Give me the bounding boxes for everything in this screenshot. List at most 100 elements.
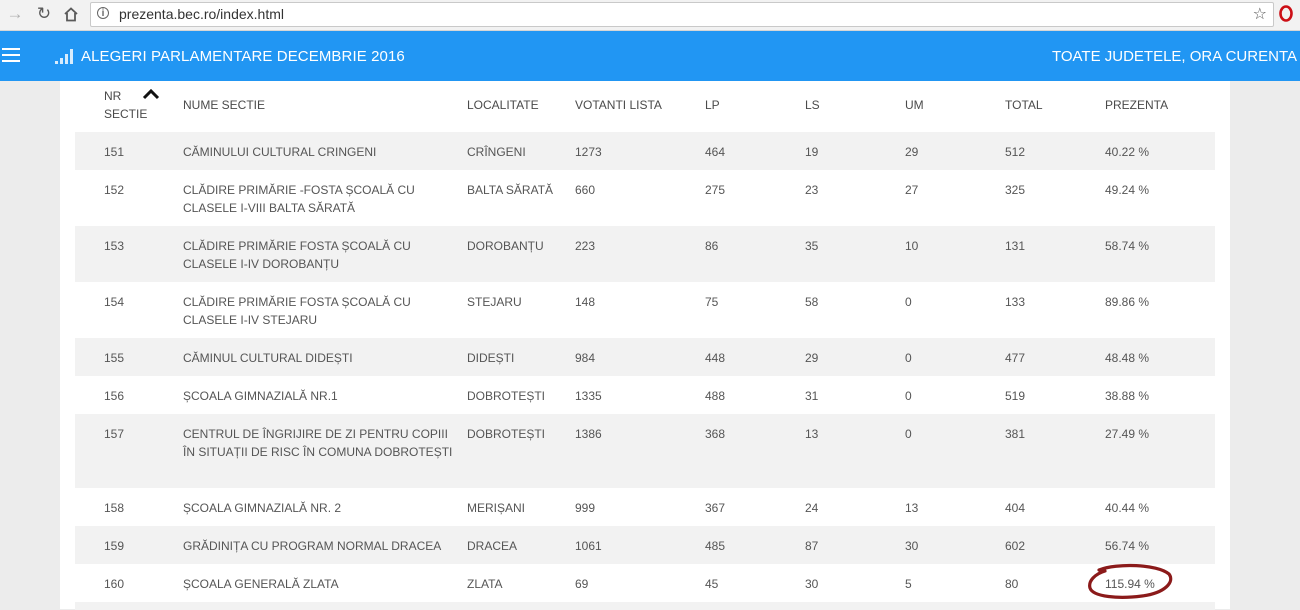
cell-nr: 155 bbox=[104, 351, 125, 365]
cell-lp: 275 bbox=[705, 183, 726, 197]
hamburger-menu-icon[interactable] bbox=[2, 48, 20, 64]
cell-prezenta: 49.24 % bbox=[1105, 183, 1150, 197]
cell-um: 0 bbox=[905, 389, 912, 403]
col-total[interactable]: TOTAL bbox=[1005, 87, 1105, 114]
cell-localitate: ZLATA bbox=[467, 577, 503, 591]
cell-prezenta: 58.74 % bbox=[1105, 239, 1150, 253]
col-um[interactable]: UM bbox=[905, 87, 1005, 114]
cell-localitate: DRACEA bbox=[467, 539, 518, 553]
cell-ls: 29 bbox=[805, 351, 819, 365]
cell-um: 29 bbox=[905, 145, 919, 159]
cell-total: 80 bbox=[1005, 577, 1019, 591]
cell-prezenta: 40.22 % bbox=[1105, 145, 1150, 159]
table-row[interactable]: 153 CLĂDIRE PRIMĂRIE FOSTA ȘCOALĂ CU CLA… bbox=[75, 226, 1215, 282]
cell-um: 0 bbox=[905, 295, 912, 309]
home-icon[interactable] bbox=[60, 3, 82, 25]
app-header: ALEGERI PARLAMENTARE DECEMBRIE 2016 TOAT… bbox=[0, 31, 1300, 81]
cell-nume: ȘCOALA GIMNAZIALĂ NR.1 bbox=[183, 389, 338, 403]
cell-total: 477 bbox=[1005, 351, 1026, 365]
cell-localitate: CRÎNGENI bbox=[467, 145, 526, 159]
col-nume-sectie[interactable]: NUME SECTIE bbox=[183, 87, 467, 114]
cell-total: 519 bbox=[1005, 389, 1026, 403]
cell-nume: CĂMINULUI CULTURAL CRINGENI bbox=[183, 145, 377, 159]
reload-icon[interactable]: ↻ bbox=[33, 3, 55, 25]
cell-nr: 157 bbox=[104, 427, 125, 441]
cell-lp: 75 bbox=[705, 295, 719, 309]
cell-lp: 488 bbox=[705, 389, 726, 403]
col-prezenta[interactable]: PREZENTA bbox=[1105, 87, 1215, 114]
cell-prezenta: 27.49 % bbox=[1105, 427, 1150, 441]
table-row[interactable]: 157 CENTRUL DE ÎNGRIJIRE DE ZI PENTRU CO… bbox=[75, 414, 1215, 488]
cell-um: 10 bbox=[905, 239, 919, 253]
cell-prezenta: 115.94 % bbox=[1105, 577, 1155, 591]
address-bar[interactable]: i prezenta.bec.ro/index.html ☆ bbox=[90, 2, 1274, 27]
table-row[interactable]: 154 CLĂDIRE PRIMĂRIE FOSTA ȘCOALĂ CU CLA… bbox=[75, 282, 1215, 338]
col-localitate[interactable]: LOCALITATE bbox=[467, 87, 575, 114]
cell-nume: CLĂDIRE PRIMĂRIE FOSTA ȘCOALĂ CU CLASELE… bbox=[183, 295, 411, 327]
cell-prezenta: 40.44 % bbox=[1105, 501, 1150, 515]
cell-um: 30 bbox=[905, 539, 919, 553]
cell-votanti: 1061 bbox=[575, 539, 602, 553]
cell-lp: 367 bbox=[705, 501, 726, 515]
cell-total: 512 bbox=[1005, 145, 1026, 159]
cell-localitate: DOBROTEȘTI bbox=[467, 427, 546, 441]
cell-total: 602 bbox=[1005, 539, 1026, 553]
cell-um: 27 bbox=[905, 183, 919, 197]
cell-ls: 23 bbox=[805, 183, 819, 197]
cell-um: 5 bbox=[905, 577, 912, 591]
cell-nr: 158 bbox=[104, 501, 125, 515]
table-row[interactable]: 158 ȘCOALA GIMNAZIALĂ NR. 2 MERIȘANI 999… bbox=[75, 488, 1215, 526]
cell-prezenta: 48.48 % bbox=[1105, 351, 1150, 365]
cell-ls: 13 bbox=[805, 427, 819, 441]
cell-nr: 156 bbox=[104, 389, 125, 403]
cell-ls: 31 bbox=[805, 389, 819, 403]
cell-ls: 35 bbox=[805, 239, 819, 253]
results-table: NR SECTIE NUME SECTIE LOCALITATE VOTANTI… bbox=[75, 81, 1215, 610]
opera-icon[interactable] bbox=[1278, 4, 1294, 22]
col-ls[interactable]: LS bbox=[805, 87, 905, 114]
cell-localitate: BALTA SĂRATĂ bbox=[467, 183, 554, 197]
cell-lp: 448 bbox=[705, 351, 726, 365]
table-row[interactable]: 155 CĂMINUL CULTURAL DIDEȘTI DIDEȘTI 984… bbox=[75, 338, 1215, 376]
cell-votanti: 1273 bbox=[575, 145, 602, 159]
cell-lp: 86 bbox=[705, 239, 719, 253]
cell-nr: 153 bbox=[104, 239, 125, 253]
sort-up-icon[interactable] bbox=[142, 88, 160, 100]
cell-ls: 19 bbox=[805, 145, 819, 159]
col-nr-sectie[interactable]: NR SECTIE bbox=[75, 87, 183, 123]
col-lp[interactable]: LP bbox=[705, 87, 805, 114]
cell-prezenta: 56.74 % bbox=[1105, 539, 1150, 553]
main-panel: NR SECTIE NUME SECTIE LOCALITATE VOTANTI… bbox=[60, 81, 1230, 610]
cell-localitate: DIDEȘTI bbox=[467, 351, 515, 365]
info-icon[interactable]: i bbox=[97, 7, 109, 19]
cell-nume: GRĂDINIȚA CU PROGRAM NORMAL DRACEA bbox=[183, 539, 442, 553]
cell-um: 13 bbox=[905, 501, 919, 515]
cell-prezenta: 38.88 % bbox=[1105, 389, 1150, 403]
col-votanti-lista[interactable]: VOTANTI LISTA bbox=[575, 87, 705, 114]
cell-nr: 159 bbox=[104, 539, 125, 553]
cell-lp: 368 bbox=[705, 427, 726, 441]
table-row[interactable]: 156 ȘCOALA GIMNAZIALĂ NR.1 DOBROTEȘTI 13… bbox=[75, 376, 1215, 414]
table-row[interactable]: 160 ȘCOALA GENERALĂ ZLATA ZLATA 69 45 30… bbox=[75, 564, 1215, 602]
back-arrow-icon[interactable]: → bbox=[4, 3, 26, 25]
bar-chart-icon bbox=[54, 46, 74, 66]
cell-nume: CĂMINUL CULTURAL DIDEȘTI bbox=[183, 351, 353, 365]
cell-nume: CLĂDIRE PRIMĂRIE FOSTA ȘCOALĂ CU CLASELE… bbox=[183, 239, 411, 271]
cell-votanti: 69 bbox=[575, 577, 589, 591]
cell-nr: 151 bbox=[104, 145, 125, 159]
cell-nume: CENTRUL DE ÎNGRIJIRE DE ZI PENTRU COPIII… bbox=[183, 427, 453, 459]
scope-label[interactable]: TOATE JUDETELE, ORA CURENTA bbox=[1052, 48, 1297, 65]
cell-votanti: 999 bbox=[575, 501, 596, 515]
cell-votanti: 984 bbox=[575, 351, 596, 365]
cell-lp: 485 bbox=[705, 539, 726, 553]
cell-um: 0 bbox=[905, 427, 912, 441]
table-row[interactable]: 151 CĂMINULUI CULTURAL CRINGENI CRÎNGENI… bbox=[75, 132, 1215, 170]
cell-total: 404 bbox=[1005, 501, 1026, 515]
table-row[interactable]: 159 GRĂDINIȚA CU PROGRAM NORMAL DRACEA D… bbox=[75, 526, 1215, 564]
cell-localitate: STEJARU bbox=[467, 295, 522, 309]
cell-total: 325 bbox=[1005, 183, 1026, 197]
url-text: prezenta.bec.ro/index.html bbox=[119, 6, 284, 22]
table-row[interactable]: 152 CLĂDIRE PRIMĂRIE -FOSTA ȘCOALĂ CU CL… bbox=[75, 170, 1215, 226]
cell-lp: 45 bbox=[705, 577, 719, 591]
bookmark-star-icon[interactable]: ☆ bbox=[1253, 4, 1267, 24]
